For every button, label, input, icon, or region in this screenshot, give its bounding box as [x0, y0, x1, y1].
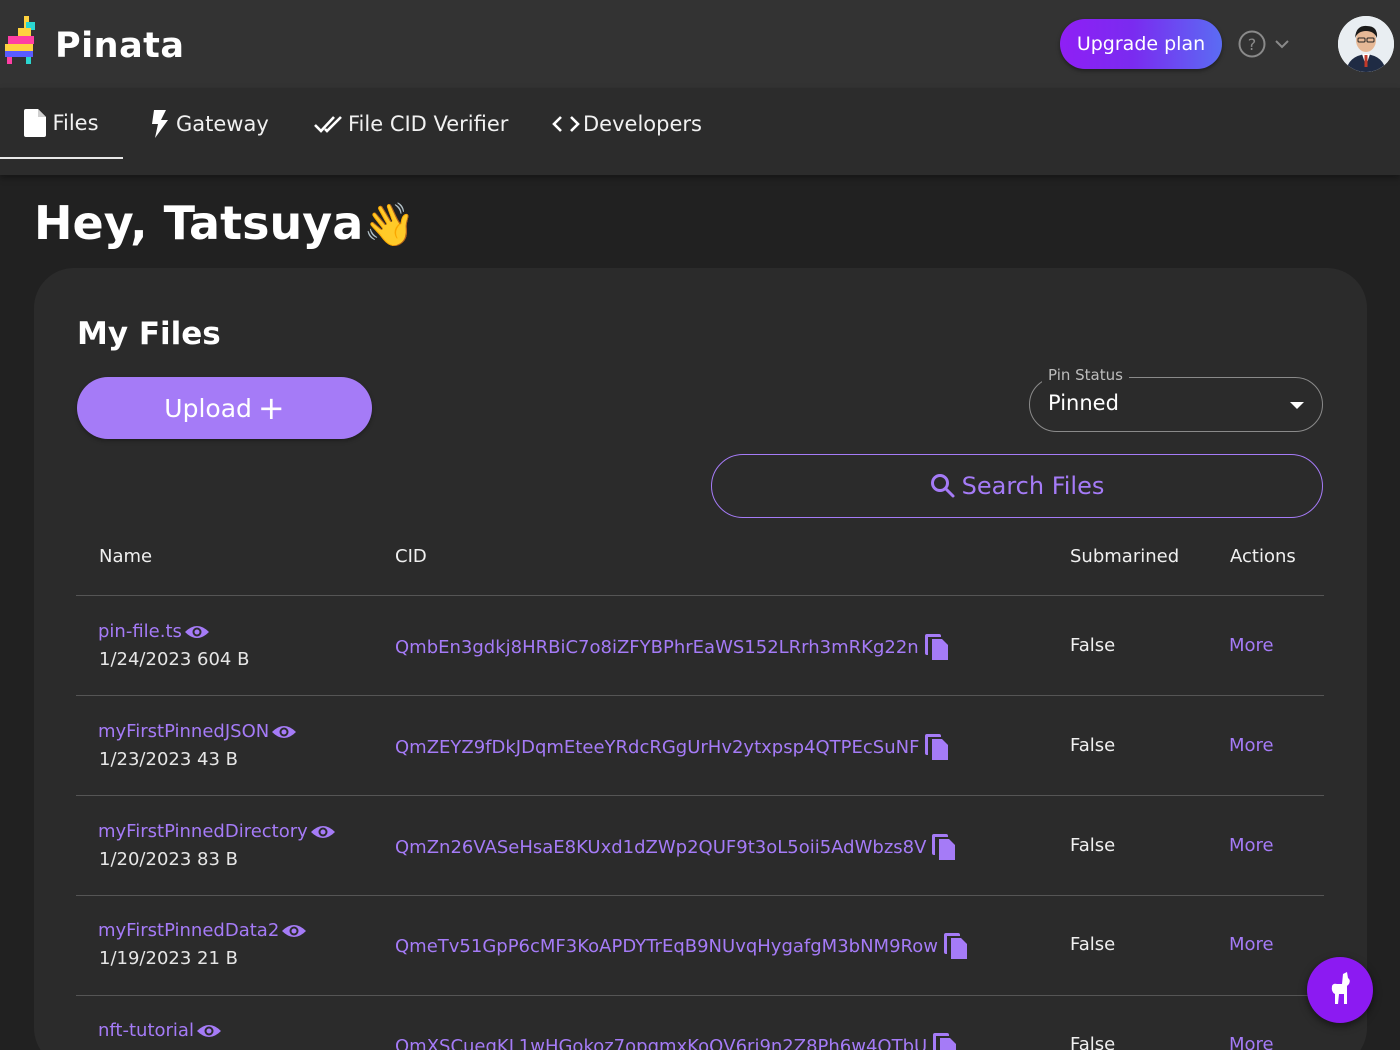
- file-name-link[interactable]: myFirstPinnedData2: [98, 920, 307, 941]
- cid-link[interactable]: QmbEn3gdkj8HRBiC7o8iZFYBPhrEaWS152LRrh3m…: [395, 637, 919, 658]
- eye-icon: [282, 924, 307, 937]
- file-meta: 1/23/2023 43 B: [99, 749, 238, 770]
- file-name: nft-tutorial: [98, 1020, 194, 1041]
- eye-icon: [272, 725, 297, 738]
- nav-tab-developers[interactable]: Developers: [551, 88, 702, 159]
- pinata-logo-icon[interactable]: [2, 14, 38, 66]
- file-cid: QmZEYZ9fDkJDqmEteeYRdcRGgUrHv2ytxpsp4QTP…: [395, 734, 949, 761]
- bolt-icon: [152, 109, 168, 138]
- search-icon: [930, 474, 955, 498]
- eye-icon: [196, 1024, 221, 1037]
- submarined-value: False: [1070, 635, 1116, 656]
- submarined-value: False: [1070, 735, 1116, 756]
- file-meta: 1/20/2023 83 B: [99, 849, 238, 870]
- caret-down-icon: [1290, 402, 1304, 409]
- pin-status-value: Pinned: [1048, 391, 1119, 415]
- nav-tab-label: File CID Verifier: [348, 111, 509, 136]
- copy-icon[interactable]: [925, 734, 949, 761]
- file-name: myFirstPinnedDirectory: [98, 821, 308, 842]
- submarined-value: False: [1070, 1034, 1116, 1050]
- file-name: myFirstPinnedData2: [98, 920, 280, 941]
- upgrade-plan-button[interactable]: Upgrade plan: [1060, 19, 1222, 69]
- row-divider: [76, 895, 1324, 896]
- file-name-link[interactable]: myFirstPinnedJSON: [98, 721, 297, 742]
- file-name-link[interactable]: pin-file.ts: [98, 621, 210, 642]
- file-name: myFirstPinnedJSON: [98, 721, 270, 742]
- cid-link[interactable]: QmZEYZ9fDkJDqmEteeYRdcRGgUrHv2ytxpsp4QTP…: [395, 737, 919, 758]
- nav-tab-gateway[interactable]: Gateway: [150, 88, 269, 159]
- file-cid: QmZn26VASeHsaE8KUxd1dZWp2QUF9t3oL5oii5Ad…: [395, 834, 956, 861]
- file-meta: 1/19/2023 21 B: [99, 948, 238, 969]
- nav-tab-label: Gateway: [176, 111, 269, 136]
- header-divider: [76, 595, 1324, 596]
- submarined-value: False: [1070, 934, 1116, 955]
- column-header-submarined[interactable]: Submarined: [1070, 546, 1179, 567]
- row-divider: [76, 995, 1324, 996]
- llama-icon: [1331, 972, 1350, 1004]
- file-cid: QmbEn3gdkj8HRBiC7o8iZFYBPhrEaWS152LRrh3m…: [395, 634, 949, 661]
- column-header-name[interactable]: Name: [99, 546, 152, 567]
- more-action-link[interactable]: More: [1229, 835, 1274, 856]
- search-files-button[interactable]: Search Files: [711, 454, 1323, 518]
- file-icon: [24, 108, 47, 137]
- file-cid: QmXSCueqKL1wHGokoz7opqmxKoQV6ri9n2Z8Ph6w…: [395, 1033, 957, 1050]
- nav-tab-files[interactable]: Files: [0, 88, 123, 159]
- more-action-link[interactable]: More: [1229, 635, 1274, 656]
- nav-tab-label: Files: [52, 110, 99, 135]
- column-header-cid[interactable]: CID: [395, 546, 427, 567]
- upload-button[interactable]: Upload +: [77, 377, 372, 439]
- svg-text:?: ?: [1248, 35, 1257, 54]
- pin-status-label: Pin Status: [1042, 366, 1129, 384]
- more-action-link[interactable]: More: [1229, 1034, 1274, 1050]
- cid-link[interactable]: QmeTv51GpP6cMF3KoAPDYTrEqB9NUvqHygafgM3b…: [395, 936, 938, 957]
- copy-icon[interactable]: [943, 933, 968, 960]
- file-name-link[interactable]: myFirstPinnedDirectory: [98, 821, 336, 842]
- file-meta: 1/24/2023 604 B: [99, 649, 250, 670]
- nav-tab-label: Developers: [583, 111, 702, 136]
- copy-icon[interactable]: [932, 834, 956, 861]
- more-action-link[interactable]: More: [1229, 735, 1274, 756]
- main-nav: Files Gateway File CID Verifier Develope…: [0, 88, 1400, 175]
- column-header-actions[interactable]: Actions: [1230, 546, 1296, 567]
- cid-link[interactable]: QmXSCueqKL1wHGokoz7opqmxKoQV6ri9n2Z8Ph6w…: [395, 1036, 927, 1050]
- user-avatar[interactable]: [1338, 16, 1394, 72]
- copy-icon[interactable]: [933, 1033, 957, 1050]
- code-icon: [552, 115, 580, 132]
- more-action-link[interactable]: More: [1229, 934, 1274, 955]
- help-menu[interactable]: ?: [1236, 30, 1292, 58]
- help-icon: ?: [1238, 30, 1289, 58]
- eye-icon: [310, 825, 335, 838]
- eye-icon: [184, 625, 209, 638]
- file-name: pin-file.ts: [98, 621, 182, 642]
- copy-icon[interactable]: [924, 634, 949, 661]
- file-name-link[interactable]: nft-tutorial: [98, 1020, 222, 1041]
- row-divider: [76, 695, 1324, 696]
- waving-hand-icon: 👋: [363, 200, 416, 249]
- row-divider: [76, 795, 1324, 796]
- search-files-label: Search Files: [961, 472, 1105, 500]
- upload-label: Upload: [164, 393, 252, 423]
- double-check-icon: [314, 115, 342, 133]
- pin-status-select[interactable]: Pin Status Pinned: [1029, 366, 1323, 432]
- top-bar: Pinata Upgrade plan ?: [0, 0, 1400, 88]
- file-cid: QmeTv51GpP6cMF3KoAPDYTrEqB9NUvqHygafgM3b…: [395, 933, 968, 960]
- greeting-heading: Hey, Tatsuya👋: [34, 196, 416, 250]
- cid-link[interactable]: QmZn26VASeHsaE8KUxd1dZWp2QUF9t3oL5oii5Ad…: [395, 837, 926, 858]
- my-files-card: My Files Upload + Pin Status Pinned Sear…: [34, 268, 1367, 1050]
- support-chat-button[interactable]: [1307, 957, 1373, 1023]
- brand-name[interactable]: Pinata: [55, 26, 185, 66]
- plus-icon: +: [257, 389, 285, 427]
- card-title: My Files: [77, 316, 221, 352]
- nav-tab-file-cid-verifier[interactable]: File CID Verifier: [314, 88, 508, 159]
- greeting-text: Hey, Tatsuya: [34, 196, 364, 250]
- submarined-value: False: [1070, 835, 1116, 856]
